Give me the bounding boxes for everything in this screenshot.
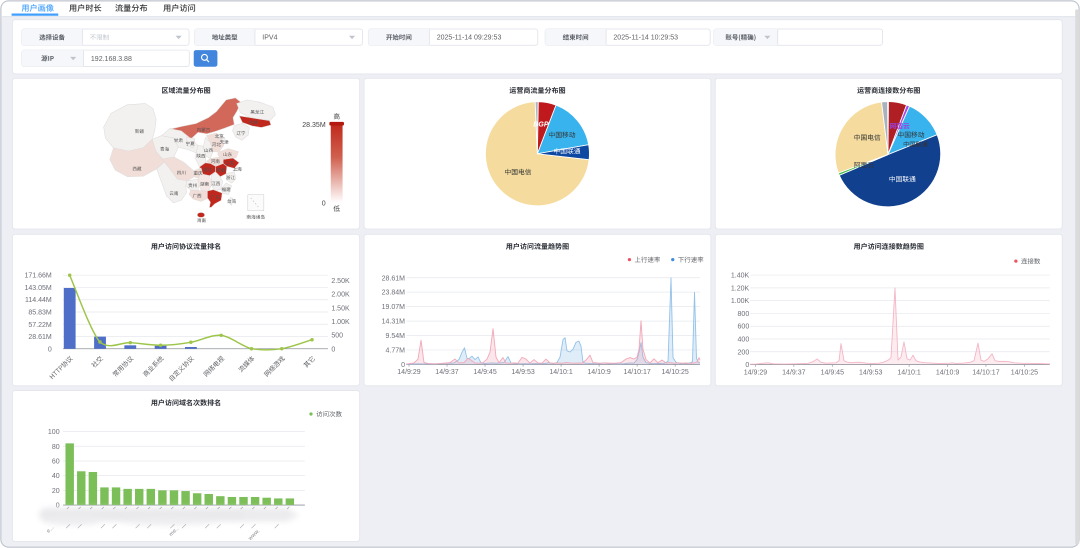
svg-text:85.83M: 85.83M [28, 310, 52, 317]
svg-text:14/9:45: 14/9:45 [821, 369, 845, 376]
svg-text:IPV4: IPV4 [262, 35, 277, 42]
svg-text:500: 500 [331, 333, 343, 340]
svg-text:1.00K: 1.00K [731, 298, 750, 305]
svg-text:14/9:37: 14/9:37 [782, 369, 806, 376]
svg-text:14/10:17: 14/10:17 [972, 369, 999, 376]
svg-text:14/9:45: 14/9:45 [473, 369, 497, 376]
svg-text:14/10:17: 14/10:17 [623, 369, 650, 376]
svg-text:14/10:25: 14/10:25 [662, 369, 689, 376]
svg-text:28.61M: 28.61M [382, 275, 406, 282]
svg-text:57.22M: 57.22M [28, 322, 52, 329]
svg-text:40: 40 [52, 473, 60, 480]
svg-text:0: 0 [745, 362, 749, 369]
svg-text:4.77M: 4.77M [386, 347, 406, 354]
svg-text:0: 0 [331, 346, 335, 353]
svg-text:400: 400 [738, 337, 750, 344]
svg-text:800: 800 [738, 311, 750, 318]
svg-text:2025-11-14 10:29:53: 2025-11-14 10:29:53 [613, 35, 678, 42]
svg-text:171.66M: 171.66M [24, 273, 51, 280]
svg-text:28.61M: 28.61M [28, 334, 52, 341]
svg-text:14/10:1: 14/10:1 [897, 369, 921, 376]
svg-text:14/9:29: 14/9:29 [397, 369, 421, 376]
svg-text:1.00K: 1.00K [331, 319, 350, 326]
svg-text:23.84M: 23.84M [382, 290, 406, 297]
svg-text:200: 200 [738, 349, 750, 356]
svg-text:60: 60 [52, 459, 60, 466]
svg-text:14/10:9: 14/10:9 [936, 369, 960, 376]
svg-text:14/10:25: 14/10:25 [1011, 369, 1038, 376]
svg-text:0: 0 [48, 346, 52, 353]
svg-text:1.40K: 1.40K [731, 273, 750, 280]
svg-text:28.35M: 28.35M [302, 122, 326, 129]
svg-text:0: 0 [401, 362, 405, 369]
svg-text:20: 20 [52, 488, 60, 495]
svg-text:14.31M: 14.31M [382, 319, 406, 326]
svg-text:14/9:29: 14/9:29 [744, 369, 768, 376]
svg-text:80: 80 [52, 444, 60, 451]
svg-text:0: 0 [322, 200, 326, 207]
svg-text:14/10:9: 14/10:9 [587, 369, 611, 376]
svg-text:114.44M: 114.44M [25, 297, 52, 304]
svg-text:2.00K: 2.00K [331, 292, 350, 299]
svg-text:9.54M: 9.54M [386, 333, 406, 340]
svg-text:192.168.3.88: 192.168.3.88 [91, 56, 132, 63]
svg-text:14/10:1: 14/10:1 [549, 369, 573, 376]
svg-text:14/9:53: 14/9:53 [511, 369, 535, 376]
svg-text:14/9:37: 14/9:37 [435, 369, 459, 376]
svg-text:BGP: BGP [533, 121, 549, 128]
svg-text:19.07M: 19.07M [382, 304, 406, 311]
svg-text:14/9:53: 14/9:53 [859, 369, 883, 376]
svg-text:2.50K: 2.50K [331, 278, 350, 285]
svg-text:1.20K: 1.20K [731, 285, 750, 292]
svg-text:1.50K: 1.50K [331, 305, 350, 312]
svg-text:100: 100 [48, 429, 60, 436]
svg-text:143.05M: 143.05M [24, 285, 51, 292]
svg-text:2025-11-14 09:29:53: 2025-11-14 09:29:53 [437, 35, 502, 42]
svg-text:600: 600 [738, 324, 750, 331]
